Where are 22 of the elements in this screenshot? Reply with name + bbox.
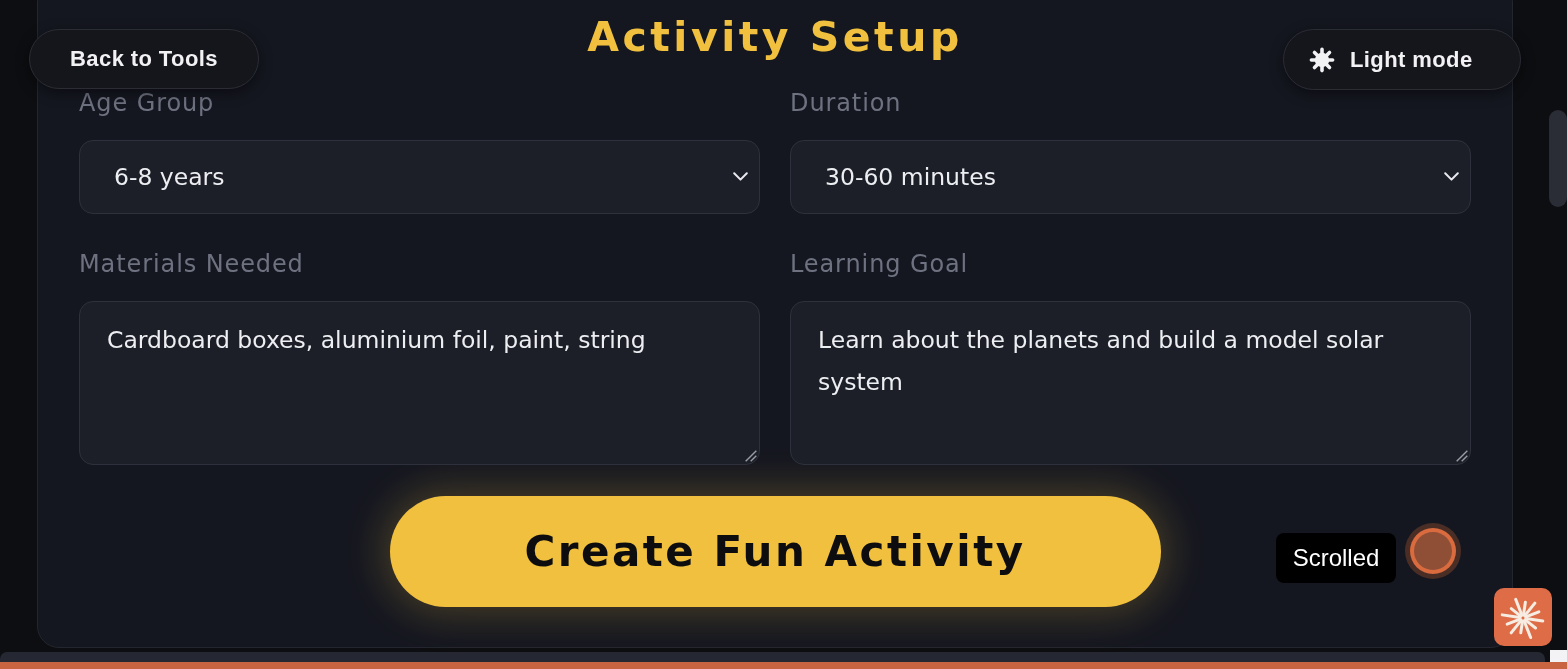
dropdown-field[interactable]: 30-60 minutes (790, 140, 1471, 214)
chevron-down-icon (733, 172, 748, 181)
text-area-field[interactable]: Learn about the planets and build a model solar system (790, 301, 1471, 465)
field-label: Materials Needed (79, 250, 304, 278)
scrollbar-thumb[interactable] (1549, 110, 1567, 207)
theme-toggle-button[interactable]: Light mode (1283, 29, 1521, 90)
circle-indicator-icon[interactable] (1405, 523, 1461, 579)
create-activity-button[interactable]: Create Fun Activity (389, 496, 1161, 607)
corner-block (1550, 650, 1567, 662)
tooltip: Scrolled (1276, 533, 1396, 583)
resize-grip-icon[interactable] (745, 450, 757, 462)
resize-grip-icon[interactable] (1456, 450, 1468, 462)
page-title: Activity Setup (587, 15, 963, 59)
sun-icon (1309, 46, 1335, 73)
starburst-icon[interactable] (1494, 588, 1552, 646)
dropdown-field[interactable]: 6-8 years (79, 140, 760, 214)
text-area-field[interactable]: Cardboard boxes, aluminium foil, paint, string (79, 301, 760, 465)
field-label: Learning Goal (790, 250, 969, 278)
back-button[interactable]: Back to Tools (29, 29, 259, 89)
chevron-down-icon (1444, 172, 1459, 181)
field-label: Age Group (79, 89, 215, 117)
field-label: Duration (790, 89, 902, 117)
